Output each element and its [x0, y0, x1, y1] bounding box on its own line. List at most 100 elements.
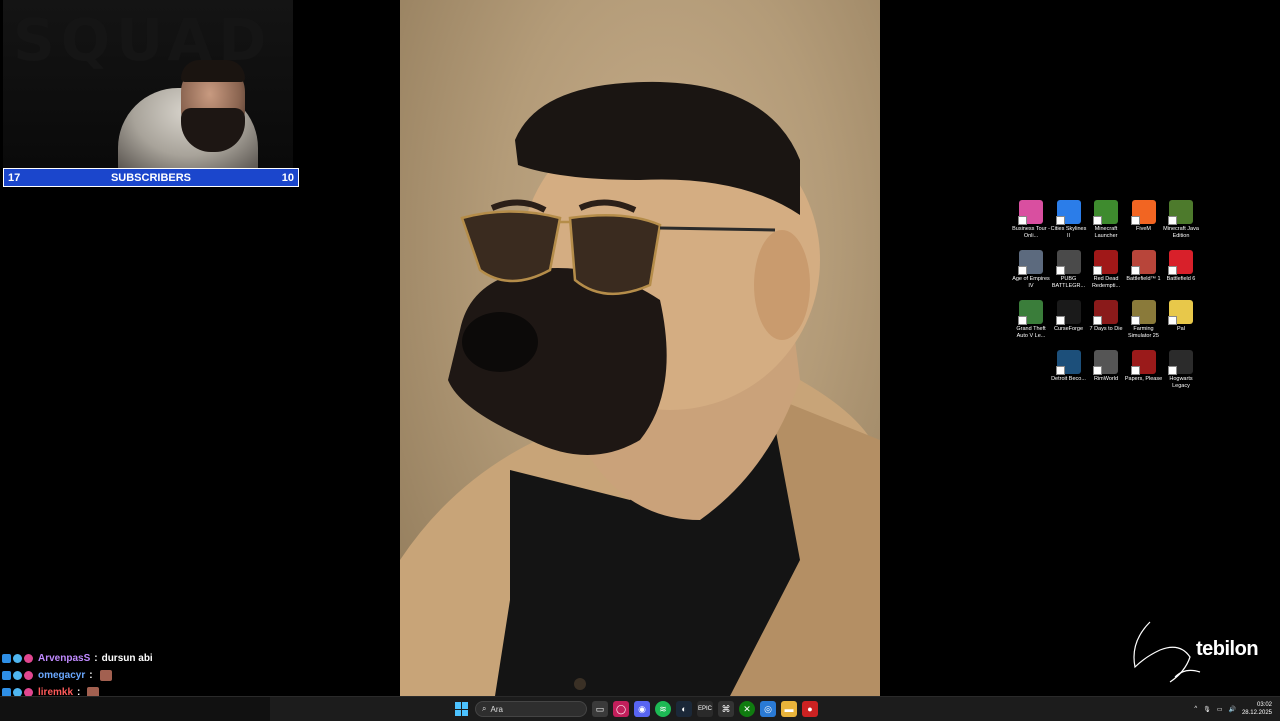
desktop-shortcut-label: CurseForge	[1053, 326, 1084, 332]
desktop-shortcut-label: 7 Days to Die	[1089, 326, 1123, 332]
chat-separator: :	[89, 670, 93, 681]
search-icon: ⌕	[482, 704, 487, 713]
desktop-icon-grid: Business Tour - Onli... Cities Skylines I…	[1012, 200, 1202, 396]
clock-time: 03:02	[1256, 702, 1272, 708]
chat-badge-icon	[13, 654, 22, 663]
tray-chevron-icon[interactable]: ^	[1194, 706, 1197, 712]
farming-sim-icon	[1130, 300, 1156, 325]
fivem-icon	[1130, 200, 1156, 225]
start-button[interactable]	[454, 701, 470, 717]
spotify-icon[interactable]: ≋	[655, 701, 671, 717]
desktop-shortcut[interactable]: Minecraft Java Edition	[1162, 200, 1200, 246]
shortcut-arrow-icon	[1093, 216, 1102, 225]
shortcut-arrow-icon	[1168, 266, 1177, 275]
chat-message: ArvenpasS: dursun abi	[2, 650, 302, 667]
shortcut-arrow-icon	[1130, 216, 1140, 225]
clock-date: 28.12.2025	[1241, 710, 1272, 716]
desktop-shortcut-label: Red Dead Redempti...	[1091, 276, 1121, 289]
desktop-shortcut[interactable]: Age of Empires IV	[1012, 250, 1050, 296]
file-explorer-icon[interactable]: ▬	[781, 701, 797, 717]
desktop-shortcut[interactable]: CurseForge	[1050, 300, 1088, 346]
hogwarts-icon	[1168, 350, 1193, 375]
shortcut-arrow-icon	[1055, 216, 1065, 225]
desktop-shortcut[interactable]: Battlefield™ 1	[1125, 250, 1163, 296]
discord-icon[interactable]: ◉	[634, 701, 650, 717]
curseforge-icon	[1055, 300, 1081, 325]
age-of-empires-icon	[1018, 250, 1043, 275]
chat-badge-icon	[2, 671, 11, 680]
desktop-shortcut[interactable]: RimWorld	[1087, 350, 1125, 396]
desktop-shortcut-label: Papers, Please	[1124, 376, 1163, 382]
chat-emote-icon	[99, 670, 112, 681]
chat-badge-icon	[2, 654, 11, 663]
chat-badge-icon	[13, 671, 22, 680]
shortcut-arrow-icon	[1130, 366, 1140, 375]
minecraft-java-icon	[1168, 200, 1193, 225]
red-dead-icon	[1093, 250, 1118, 275]
desktop-shortcut-label: PUBG BATTLEGR...	[1051, 276, 1086, 289]
desktop-shortcut[interactable]: Pal	[1162, 300, 1200, 346]
shortcut-arrow-icon	[1055, 316, 1065, 325]
shortcut-arrow-icon	[1168, 216, 1177, 225]
shortcut-arrow-icon	[1130, 316, 1140, 325]
shortcut-arrow-icon	[1168, 316, 1177, 325]
app-icon-2[interactable]: ⌘	[718, 701, 734, 717]
microphone-icon[interactable]: 🎙	[1203, 706, 1211, 713]
shortcut-arrow-icon	[1168, 366, 1177, 375]
shortcut-arrow-icon	[1018, 316, 1027, 325]
desktop-shortcut-label: Pal	[1177, 326, 1185, 332]
search-placeholder: Ara	[490, 704, 503, 714]
chat-username[interactable]: ArvenpasS	[38, 653, 90, 664]
gta-v-icon	[1018, 300, 1043, 325]
photo-illustration	[400, 81, 880, 696]
desktop-shortcut[interactable]: Business Tour - Onli...	[1012, 200, 1050, 246]
steam-icon[interactable]: ◐	[676, 701, 692, 717]
taskbar-left-area	[0, 697, 270, 721]
desktop-shortcut-label: Detroit Beco...	[1051, 376, 1086, 382]
pal-icon	[1168, 300, 1193, 325]
subscriber-count-right: 10	[281, 171, 294, 184]
desktop-shortcut[interactable]: Red Dead Redempti...	[1087, 250, 1125, 296]
chat-username[interactable]: omegacyr	[38, 670, 85, 681]
epic-games-icon[interactable]: EPIC	[697, 701, 713, 717]
desktop-shortcut[interactable]: Farming Simulator 25	[1125, 300, 1163, 346]
network-icon[interactable]: ▭	[1217, 706, 1223, 713]
desktop-shortcut-label: RimWorld	[1093, 376, 1119, 382]
xbox-icon[interactable]: ✕	[739, 701, 755, 717]
desktop-shortcut[interactable]: Papers, Please	[1125, 350, 1163, 396]
shortcut-arrow-icon	[1130, 266, 1140, 275]
task-view-icon[interactable]: ▭	[592, 701, 608, 717]
app-icon-3[interactable]: ●	[802, 701, 818, 717]
desktop-shortcut[interactable]: Detroit Beco...	[1050, 350, 1088, 396]
desktop-shortcut-label: Minecraft Launcher	[1094, 226, 1118, 239]
detroit-icon	[1055, 350, 1081, 375]
volume-icon[interactable]: 🔊	[1228, 706, 1235, 713]
streamer-hair	[181, 60, 245, 82]
browser-icon[interactable]: ◎	[760, 701, 776, 717]
desktop-shortcut[interactable]: 7 Days to Die	[1087, 300, 1125, 346]
desktop-shortcut[interactable]: Hogwarts Legacy	[1162, 350, 1200, 396]
desktop-shortcut[interactable]: FiveM	[1125, 200, 1163, 246]
taskbar-search[interactable]: ⌕ Ara	[475, 701, 587, 717]
battlefield-1-icon	[1130, 250, 1156, 275]
channel-watermark: tebilon	[1130, 612, 1275, 692]
shortcut-arrow-icon	[1018, 266, 1027, 275]
desktop-shortcut[interactable]: Cities Skylines II	[1050, 200, 1088, 246]
desktop-shortcut-label: Battlefield™ 1	[1126, 276, 1161, 282]
clock[interactable]: 03:02 28.12.2025	[1242, 701, 1272, 717]
cities-skylines-icon	[1055, 200, 1081, 225]
battlefield-6-icon	[1168, 250, 1193, 275]
app-icon-1[interactable]: ◯	[613, 701, 629, 717]
chat-badge-icon	[24, 671, 33, 680]
taskbar: ⌕ Ara ▭ ◯ ◉ ≋ ◐ EPIC ⌘ ✕ ◎ ▬ ● ^ 🎙 ▭ 🔊 0…	[0, 696, 1280, 721]
shortcut-arrow-icon	[1093, 266, 1102, 275]
chat-separator: :	[94, 653, 98, 664]
desktop-shortcut[interactable]: Grand Theft Auto V Le...	[1012, 300, 1050, 346]
shortcut-arrow-icon	[1093, 316, 1102, 325]
desktop-shortcut-label: Farming Simulator 25	[1128, 326, 1159, 339]
pubg-icon	[1055, 250, 1081, 275]
desktop-shortcut[interactable]: PUBG BATTLEGR...	[1050, 250, 1088, 296]
desktop-shortcut[interactable]: Battlefield 6	[1162, 250, 1200, 296]
desktop-shortcut[interactable]: Minecraft Launcher	[1087, 200, 1125, 246]
subscriber-count-left: 17	[8, 171, 21, 184]
